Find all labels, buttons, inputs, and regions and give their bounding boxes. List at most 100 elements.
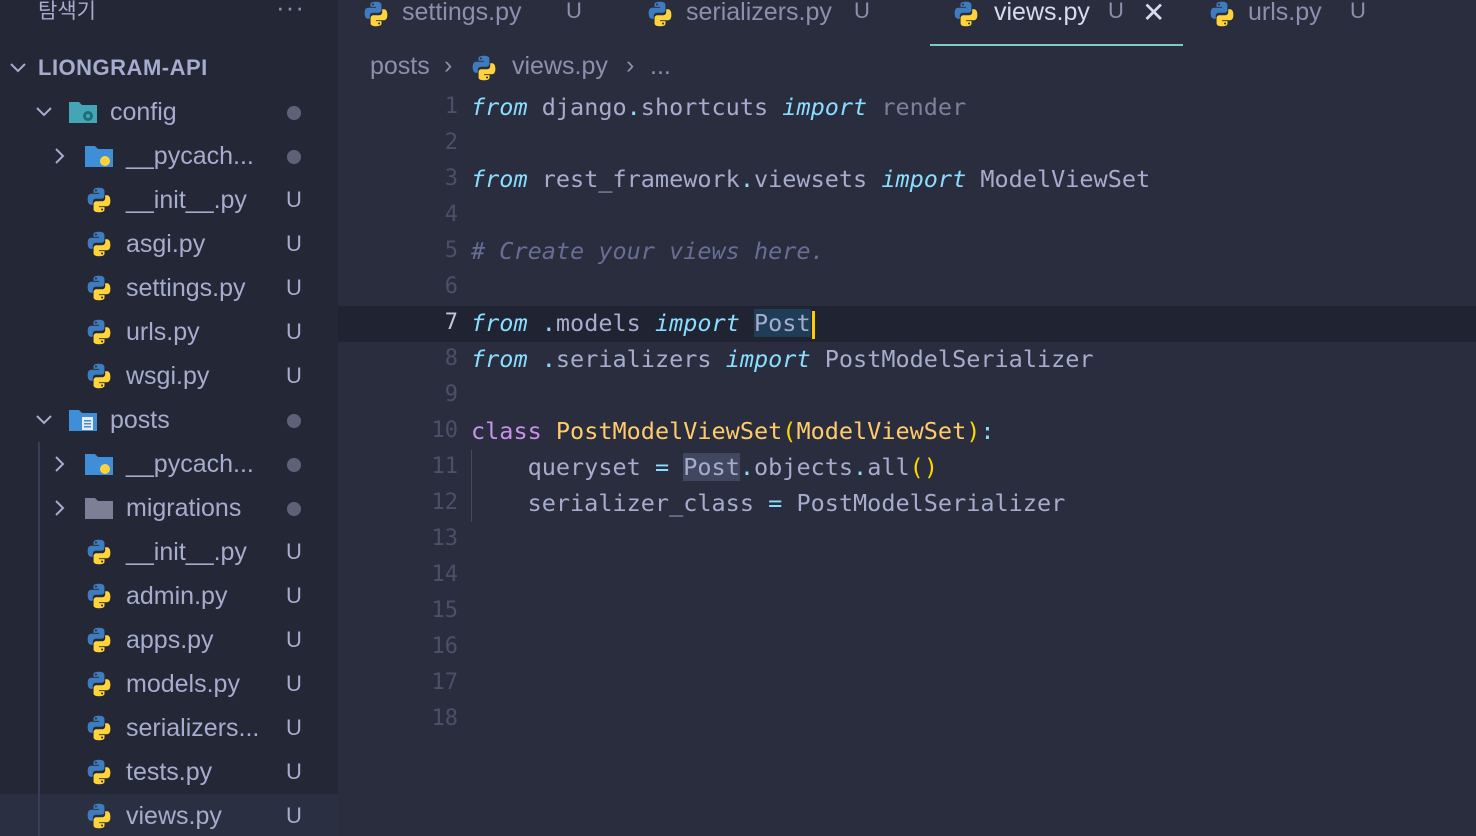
- code-comment: # Create your views here.: [471, 237, 825, 265]
- tab-urls[interactable]: urls.py U: [1204, 0, 1384, 46]
- code-text: from .serializers import PostModelSerial…: [471, 345, 1094, 373]
- git-status-badge: U: [1350, 0, 1366, 23]
- line-number: 1: [444, 94, 458, 119]
- line-number: 11: [431, 454, 459, 479]
- python-file-icon: [1208, 0, 1236, 28]
- more-actions-icon[interactable]: ···: [276, 0, 305, 23]
- python-file-icon: [84, 758, 114, 786]
- editor-tabs: settings.py U serializers.py U views.py …: [338, 0, 1476, 46]
- file-settings[interactable]: settings.py U: [0, 266, 338, 310]
- modified-dot: [287, 150, 301, 164]
- line-number: 6: [444, 274, 458, 299]
- tree-item-label: serializers...: [126, 714, 260, 742]
- close-tab-icon[interactable]: ✕: [1142, 0, 1165, 29]
- code-line: 13: [338, 522, 1476, 558]
- folder-config[interactable]: config: [0, 90, 338, 134]
- folder-pycache[interactable]: __pycach...: [0, 442, 338, 486]
- project-root[interactable]: LIONGRAM-API: [0, 46, 338, 90]
- code-line: 10 class PostModelViewSet(ModelViewSet):: [338, 414, 1476, 450]
- python-file-icon: [84, 670, 114, 698]
- tree-item-label: admin.py: [126, 582, 228, 610]
- code-line: 11 queryset = Post.objects.all(): [338, 450, 1476, 486]
- file-tests[interactable]: tests.py U: [0, 750, 338, 794]
- tree-item-label: __pycach...: [126, 142, 254, 170]
- chevron-down-icon: [8, 58, 28, 78]
- code-text: from .models import Post: [471, 309, 815, 339]
- file-admin[interactable]: admin.py U: [0, 574, 338, 618]
- python-file-icon: [84, 802, 114, 830]
- git-status-badge: U: [286, 583, 302, 608]
- config-folder-icon: [69, 102, 97, 123]
- folder-icon: [84, 494, 114, 522]
- project-root-label: LIONGRAM-API: [38, 55, 208, 80]
- line-number: 9: [444, 382, 458, 407]
- file-init[interactable]: __init__.py U: [0, 178, 338, 222]
- git-status-badge: U: [286, 319, 302, 344]
- python-file-icon: [646, 0, 674, 28]
- python-file-icon: [470, 54, 498, 82]
- line-number: 2: [444, 130, 458, 155]
- tab-views[interactable]: views.py U ✕: [930, 0, 1183, 46]
- tree-item-label: posts: [110, 406, 170, 434]
- file-init[interactable]: __init__.py U: [0, 530, 338, 574]
- git-status-badge: U: [286, 671, 302, 696]
- line-number: 14: [431, 562, 459, 587]
- file-apps[interactable]: apps.py U: [0, 618, 338, 662]
- code-line: 2: [338, 126, 1476, 162]
- code-line: 4: [338, 198, 1476, 234]
- folder-migrations[interactable]: migrations: [0, 486, 338, 530]
- code-line: 17: [338, 666, 1476, 702]
- folder-posts[interactable]: posts: [0, 398, 338, 442]
- file-wsgi[interactable]: wsgi.py U: [0, 354, 338, 398]
- chevron-down-icon: [34, 102, 54, 122]
- breadcrumb-file[interactable]: views.py: [512, 52, 608, 81]
- code-line: 6: [338, 270, 1476, 306]
- python-file-icon: [84, 362, 114, 390]
- file-asgi[interactable]: asgi.py U: [0, 222, 338, 266]
- tree-item-label: __pycach...: [126, 450, 254, 478]
- tree-item-label: views.py: [126, 802, 222, 830]
- python-folder-icon: [85, 146, 113, 167]
- folder-pycache[interactable]: __pycach...: [0, 134, 338, 178]
- tree-item-label: settings.py: [126, 274, 246, 302]
- tree-item-label: wsgi.py: [126, 362, 210, 390]
- line-number: 17: [431, 670, 459, 695]
- tree-item-label: urls.py: [126, 318, 200, 346]
- git-status-badge: U: [286, 759, 302, 784]
- code-editor[interactable]: 1 from django.shortcuts import render 2 …: [338, 90, 1476, 836]
- tab-settings[interactable]: settings.py U: [358, 0, 598, 46]
- git-status-badge: U: [286, 715, 302, 740]
- code-line: 3 from rest_framework.viewsets import Mo…: [338, 162, 1476, 198]
- breadcrumb-folder[interactable]: posts: [370, 52, 430, 81]
- python-file-icon: [952, 0, 980, 28]
- file-serializers[interactable]: serializers... U: [0, 706, 338, 750]
- tab-serializers[interactable]: serializers.py U: [642, 0, 912, 46]
- line-number: 3: [444, 166, 458, 191]
- modified-dot: [287, 414, 301, 428]
- python-file-icon: [362, 0, 390, 28]
- python-file-icon: [84, 626, 114, 654]
- breadcrumb-symbol[interactable]: ...: [650, 52, 671, 81]
- code-line: 9: [338, 378, 1476, 414]
- tree-item-label: apps.py: [126, 626, 214, 654]
- chevron-right-icon: ›: [444, 51, 453, 79]
- code-line: 18: [338, 702, 1476, 738]
- line-number: 8: [444, 346, 458, 371]
- code-line: 16: [338, 630, 1476, 666]
- modified-dot: [287, 106, 301, 120]
- git-status-badge: U: [286, 231, 302, 256]
- tree-item-label: migrations: [126, 494, 242, 522]
- chevron-right-icon: [50, 146, 70, 166]
- python-file-icon: [84, 186, 114, 214]
- line-number: 7: [444, 310, 458, 335]
- python-file-icon: [84, 538, 114, 566]
- line-number: 4: [444, 202, 458, 227]
- file-urls[interactable]: urls.py U: [0, 310, 338, 354]
- file-views[interactable]: views.py U: [0, 794, 338, 836]
- tab-label: settings.py: [402, 0, 522, 26]
- git-status-badge: U: [286, 275, 302, 300]
- tree-item-label: __init__.py: [126, 186, 247, 214]
- line-number: 12: [431, 490, 459, 515]
- tree-item-label: models.py: [126, 670, 240, 698]
- file-models[interactable]: models.py U: [0, 662, 338, 706]
